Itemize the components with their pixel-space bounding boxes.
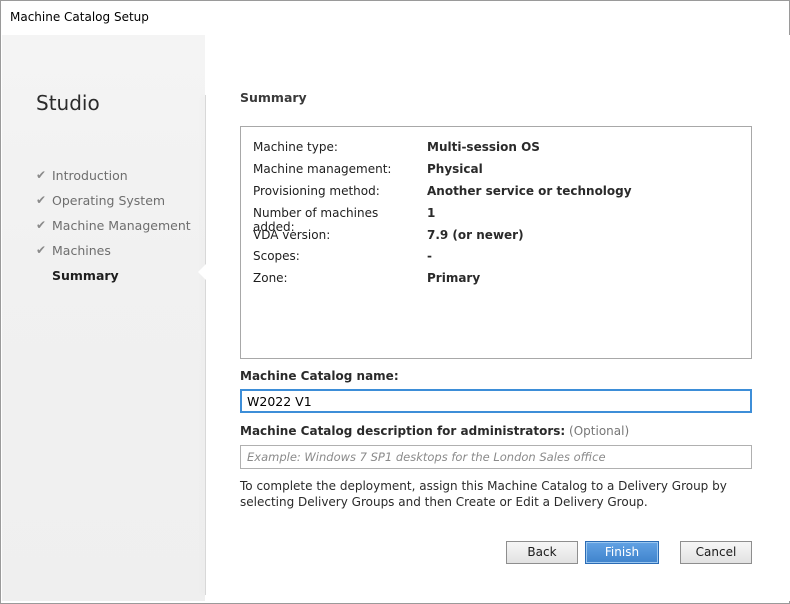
catalog-description-input[interactable] [240,445,752,469]
summary-value: Physical [427,162,483,176]
summary-value: Primary [427,271,481,285]
summary-value: - [427,249,432,263]
checkmark-icon: ✔ [36,168,47,182]
page-title: Summary [240,90,307,105]
wizard-sidebar: Studio ✔ Introduction ✔ Operating System… [2,35,205,601]
step-machines: ✔ Machines [36,242,191,267]
checkmark-icon: ✔ [36,193,47,207]
summary-key: Scopes: [253,249,300,263]
summary-value: Multi-session OS [427,140,540,154]
step-summary: Summary [36,267,191,292]
wizard-steps: ✔ Introduction ✔ Operating System ✔ Mach… [36,167,191,292]
step-introduction: ✔ Introduction [36,167,191,192]
description-label-text: Machine Catalog description for administ… [240,424,566,438]
step-machine-management: ✔ Machine Management [36,217,191,242]
checkmark-icon: ✔ [36,243,47,257]
summary-value: Another service or technology [427,184,632,198]
cancel-button[interactable]: Cancel [680,541,752,564]
step-label: Machines [52,243,111,258]
finish-button[interactable]: Finish [585,541,659,564]
summary-key: Machine management: [253,162,392,176]
step-label: Introduction [52,168,128,183]
summary-value: 1 [427,206,436,220]
step-label: Operating System [52,193,166,208]
optional-tag: (Optional) [569,424,630,438]
back-button[interactable]: Back [506,541,578,564]
machine-catalog-setup-window: Machine Catalog Setup Studio ✔ Introduct… [0,0,790,604]
catalog-description-label: Machine Catalog description for administ… [240,424,629,438]
wizard-content: Summary Machine type: Multi-session OS M… [206,35,790,601]
step-label: Machine Management [52,218,191,233]
checkmark-icon: ✔ [36,218,47,232]
window-title: Machine Catalog Setup [10,10,149,24]
deployment-hint: To complete the deployment, assign this … [240,479,727,509]
catalog-name-input[interactable] [240,389,752,413]
summary-panel: Machine type: Multi-session OS Machine m… [240,126,752,359]
step-operating-system: ✔ Operating System [36,192,191,217]
summary-key: Provisioning method: [253,184,380,198]
summary-key: Machine type: [253,140,338,154]
app-name: Studio [36,91,100,115]
summary-key: VDA version: [253,228,331,242]
catalog-name-label: Machine Catalog name: [240,369,399,383]
summary-value: 7.9 (or newer) [427,228,524,242]
title-bar: Machine Catalog Setup [1,1,789,35]
summary-key: Zone: [253,271,288,285]
active-step-pointer [198,264,206,280]
step-label: Summary [52,268,119,283]
